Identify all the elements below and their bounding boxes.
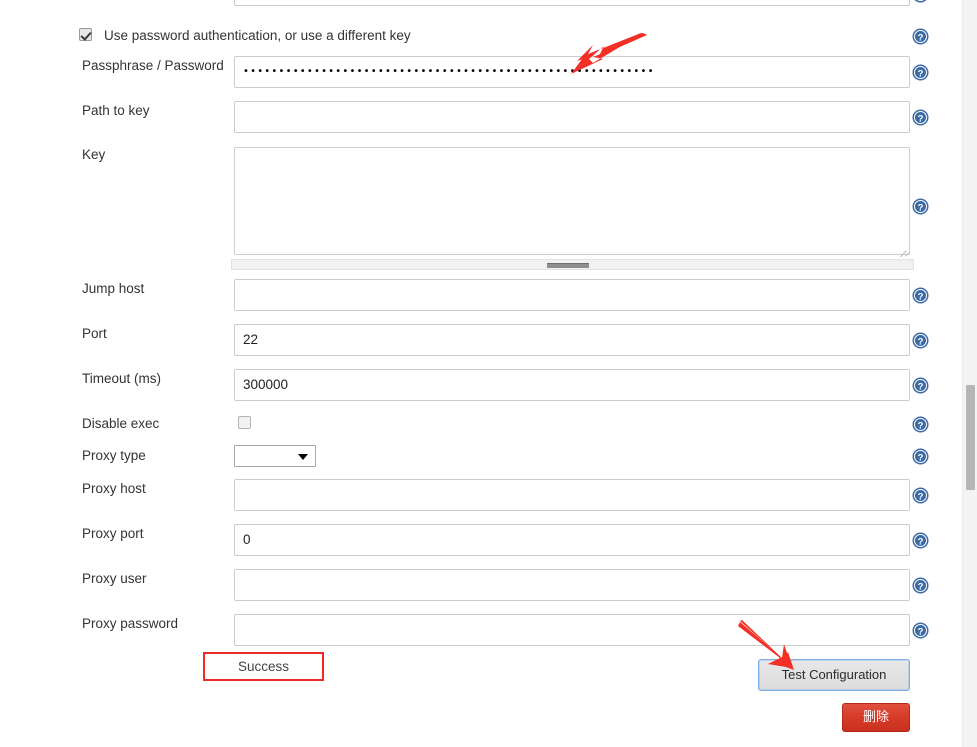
label-proxy-type: Proxy type	[82, 448, 146, 463]
label-proxy-password: Proxy password	[82, 616, 179, 631]
svg-text:?: ?	[918, 32, 924, 43]
proxy-port-input[interactable]: 0	[234, 524, 910, 556]
jump-host-input[interactable]	[234, 279, 910, 311]
passphrase-password-input[interactable]: ••••••••••••••••••••••••••••••••••••••••…	[234, 56, 910, 88]
proxy-type-select[interactable]	[234, 445, 316, 467]
page-scrollbar-thumb[interactable]	[966, 385, 975, 490]
svg-text:?: ?	[918, 0, 924, 1]
help-circle-icon[interactable]: ?	[912, 0, 929, 3]
path-to-key-value	[243, 102, 901, 132]
textarea-resize-grip[interactable]	[897, 242, 910, 258]
help-circle-icon[interactable]: ?	[912, 332, 929, 349]
jump-host-value	[243, 280, 901, 310]
help-circle-icon[interactable]: ?	[912, 448, 929, 465]
port-input[interactable]: 22	[234, 324, 910, 356]
svg-text:?: ?	[918, 336, 924, 347]
disable-exec-checkbox[interactable]	[238, 416, 251, 429]
port-value: 22	[243, 332, 259, 347]
help-circle-icon[interactable]: ?	[912, 64, 929, 81]
svg-text:?: ?	[918, 420, 924, 431]
help-circle-icon[interactable]: ?	[912, 416, 929, 433]
help-circle-icon[interactable]: ?	[912, 532, 929, 549]
proxy-user-value	[243, 570, 901, 600]
svg-text:?: ?	[918, 202, 924, 213]
label-proxy-host: Proxy host	[82, 481, 146, 496]
label-port: Port	[82, 326, 107, 341]
svg-text:?: ?	[918, 291, 924, 302]
partial-field-above[interactable]	[234, 0, 910, 6]
svg-text:?: ?	[918, 581, 924, 592]
use-password-authentication-checkbox[interactable]	[79, 28, 92, 41]
svg-text:?: ?	[918, 381, 924, 392]
horizontal-scrollbar[interactable]	[231, 259, 914, 270]
label-path-to-key: Path to key	[82, 103, 150, 118]
delete-button-label: 删除	[862, 710, 889, 725]
help-circle-icon[interactable]: ?	[912, 487, 929, 504]
ssh-connection-settings-form: ? Use password authentication, or use a …	[0, 0, 977, 747]
help-circle-icon[interactable]: ?	[912, 198, 929, 215]
status-message-highlight: Success	[203, 652, 324, 681]
label-passphrase-password: Passphrase / Password	[82, 58, 224, 73]
test-configuration-label: Test Configuration	[781, 667, 887, 682]
label-timeout-ms: Timeout (ms)	[82, 371, 162, 386]
passphrase-password-value: ••••••••••••••••••••••••••••••••••••••••…	[243, 66, 655, 77]
page-scrollbar[interactable]	[962, 0, 977, 747]
proxy-password-value	[243, 615, 901, 645]
proxy-password-input[interactable]	[234, 614, 910, 646]
help-circle-icon[interactable]: ?	[912, 287, 929, 304]
label-disable-exec: Disable exec	[82, 416, 160, 431]
help-circle-icon[interactable]: ?	[912, 622, 929, 639]
proxy-host-value	[243, 480, 901, 510]
label-jump-host: Jump host	[82, 281, 145, 296]
label-proxy-user: Proxy user	[82, 571, 147, 586]
svg-text:?: ?	[918, 68, 924, 79]
timeout-ms-value: 300000	[243, 377, 289, 392]
proxy-user-input[interactable]	[234, 569, 910, 601]
label-proxy-port: Proxy port	[82, 526, 144, 541]
status-message: Success	[237, 659, 290, 674]
svg-text:?: ?	[918, 452, 924, 463]
svg-text:?: ?	[918, 113, 924, 124]
help-circle-icon[interactable]: ?	[912, 109, 929, 126]
chevron-down-icon	[298, 454, 308, 460]
help-circle-icon[interactable]: ?	[912, 377, 929, 394]
proxy-host-input[interactable]	[234, 479, 910, 511]
path-to-key-input[interactable]	[234, 101, 910, 133]
horizontal-scrollbar-thumb[interactable]	[547, 263, 589, 268]
use-password-authentication-label: Use password authentication, or use a di…	[104, 28, 411, 43]
svg-text:?: ?	[918, 491, 924, 502]
svg-text:?: ?	[918, 626, 924, 637]
timeout-ms-input[interactable]: 300000	[234, 369, 910, 401]
proxy-port-value: 0	[243, 532, 251, 547]
label-key: Key	[82, 147, 106, 162]
help-circle-icon[interactable]: ?	[912, 577, 929, 594]
delete-button[interactable]: 删除	[842, 703, 910, 732]
key-textarea-value	[235, 148, 909, 156]
help-circle-icon[interactable]: ?	[912, 28, 929, 45]
svg-text:?: ?	[918, 536, 924, 547]
test-configuration-button[interactable]: Test Configuration	[758, 659, 910, 691]
key-textarea[interactable]	[234, 147, 910, 258]
